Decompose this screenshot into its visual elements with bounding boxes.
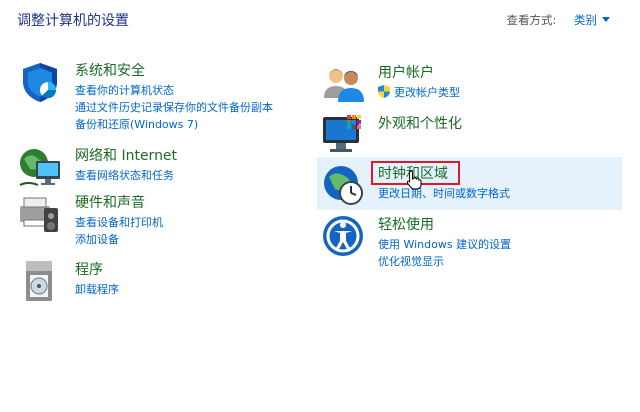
page-title: 调整计算机的设置 xyxy=(17,13,129,29)
link-uninstall-program[interactable]: 卸载程序 xyxy=(75,281,119,298)
programs-icon[interactable] xyxy=(18,259,62,303)
appearance-personalization-icon[interactable] xyxy=(321,113,365,157)
category-title[interactable]: 用户帐户 xyxy=(378,62,434,82)
category-title[interactable]: 网络和 Internet xyxy=(75,145,177,165)
clock-region-icon[interactable] xyxy=(321,163,365,207)
user-accounts-icon[interactable] xyxy=(321,62,365,106)
view-by-label: 查看方式: xyxy=(506,13,557,27)
view-by: 查看方式: 类别 xyxy=(506,12,610,28)
system-security-icon[interactable] xyxy=(18,60,62,104)
category-title[interactable]: 系统和安全 xyxy=(75,60,145,80)
category-title[interactable]: 外观和个性化 xyxy=(378,113,462,133)
hardware-sound-icon[interactable] xyxy=(18,192,62,236)
link-change-account-type[interactable]: 更改帐户类型 xyxy=(378,84,460,101)
category-system-security: 系统和安全 查看你的计算机状态 通过文件历史记录保存你的文件备份副本 备份和还原… xyxy=(18,60,308,133)
link-optimize-visual-display[interactable]: 优化视觉显示 xyxy=(378,253,511,270)
network-internet-icon[interactable] xyxy=(18,145,62,189)
category-clock-region: 时钟和区域 更改日期、时间或数字格式 xyxy=(321,163,621,208)
uac-shield-icon xyxy=(378,85,390,98)
view-by-value: 类别 xyxy=(574,13,597,27)
hand-cursor-icon xyxy=(406,170,422,190)
category-title[interactable]: 程序 xyxy=(75,259,103,279)
category-programs: 程序 卸载程序 xyxy=(18,259,308,304)
category-user-accounts: 用户帐户 更改帐户类型 xyxy=(321,62,621,107)
view-by-dropdown[interactable]: 类别 xyxy=(574,13,610,27)
chevron-down-icon xyxy=(602,17,610,22)
category-appearance-personalization: 外观和个性化 xyxy=(321,113,621,158)
category-title[interactable]: 硬件和声音 xyxy=(75,192,145,212)
category-network-internet: 网络和 Internet 查看网络状态和任务 xyxy=(18,145,308,190)
link-windows-recommended-settings[interactable]: 使用 Windows 建议的设置 xyxy=(378,236,511,253)
link-devices-printers[interactable]: 查看设备和打印机 xyxy=(75,214,163,231)
link-change-date-time-format[interactable]: 更改日期、时间或数字格式 xyxy=(378,185,510,202)
category-hardware-sound: 硬件和声音 查看设备和打印机 添加设备 xyxy=(18,192,308,247)
ease-of-access-icon[interactable] xyxy=(321,214,365,258)
link-file-history[interactable]: 通过文件历史记录保存你的文件备份副本 xyxy=(75,99,273,116)
category-title[interactable]: 轻松使用 xyxy=(378,214,434,234)
link-add-device[interactable]: 添加设备 xyxy=(75,231,163,248)
link-backup-restore[interactable]: 备份和还原(Windows 7) xyxy=(75,116,273,133)
link-view-computer-status[interactable]: 查看你的计算机状态 xyxy=(75,82,273,99)
link-network-status[interactable]: 查看网络状态和任务 xyxy=(75,167,174,184)
category-ease-of-access: 轻松使用 使用 Windows 建议的设置 优化视觉显示 xyxy=(321,214,621,269)
link-label: 更改帐户类型 xyxy=(394,86,460,99)
